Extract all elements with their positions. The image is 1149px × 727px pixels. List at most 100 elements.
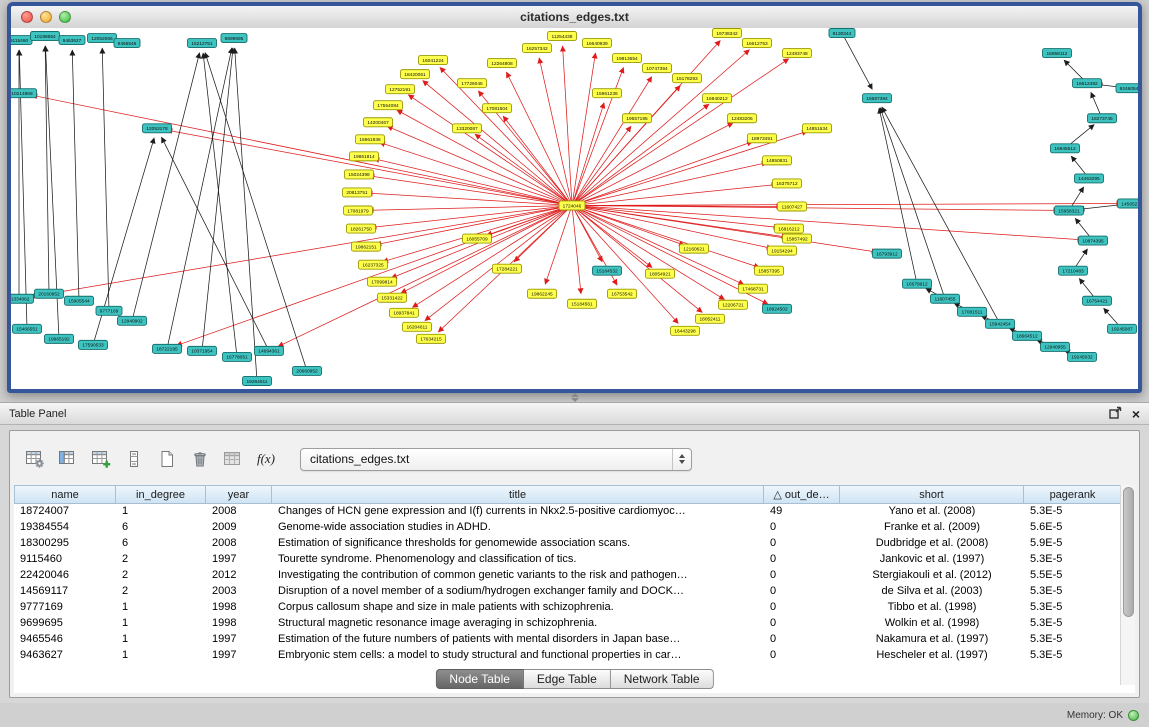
graph-edge[interactable]	[1104, 308, 1120, 326]
table-cell-in_degree[interactable]: 1	[116, 616, 206, 632]
graph-edge[interactable]	[168, 48, 232, 345]
table-cell-title[interactable]: Estimation of the future numbers of pati…	[272, 632, 764, 648]
table-cell-pagerank[interactable]: 5.9E-5	[1024, 536, 1122, 552]
graph-node[interactable]: 11254439	[548, 32, 577, 41]
graph-edge[interactable]	[572, 209, 581, 293]
table-cell-out_degree[interactable]: 0	[764, 520, 840, 536]
graph-edge[interactable]	[573, 53, 596, 202]
graph-node[interactable]: 14565212	[1118, 199, 1139, 208]
graph-node[interactable]: 20160952	[35, 289, 64, 298]
table-cell-in_degree[interactable]: 1	[116, 504, 206, 520]
column-header-out_degree[interactable]: △ out_de…	[764, 485, 840, 504]
table-cell-in_degree[interactable]: 1	[116, 632, 206, 648]
graph-node[interactable]: 16612753	[743, 39, 772, 48]
graph-node[interactable]: 18054921	[646, 269, 675, 278]
graph-node[interactable]: 16640939	[583, 39, 612, 48]
table-cell-in_degree[interactable]: 1	[116, 648, 206, 664]
zoom-window-button[interactable]	[59, 11, 71, 23]
table-cell-pagerank[interactable]: 5.6E-5	[1024, 520, 1122, 536]
graph-node[interactable]: 14850831	[763, 156, 792, 165]
table-cell-year[interactable]: 2003	[206, 584, 272, 600]
table-cell-title[interactable]: Investigating the contribution of common…	[272, 568, 764, 584]
table-cell-year[interactable]: 2008	[206, 504, 272, 520]
graph-edge[interactable]	[539, 58, 571, 202]
new-column-icon[interactable]	[86, 445, 116, 473]
graph-node[interactable]: 19154294	[768, 246, 797, 255]
table-cell-title[interactable]: Changes of HCN gene expression and I(f) …	[272, 504, 764, 520]
vertical-scrollbar[interactable]	[1120, 485, 1135, 685]
graph-node[interactable]: 17726045	[458, 79, 487, 88]
table-cell-name[interactable]: 22420046	[14, 568, 116, 584]
import-table-icon[interactable]	[218, 445, 248, 473]
graph-node[interactable]: 14453295	[1075, 174, 1104, 183]
table-cell-title[interactable]: Tourette syndrome. Phenomenology and cla…	[272, 552, 764, 568]
network-graph[interactable]: 1724046160412241842006112752191175540841…	[11, 28, 1138, 389]
table-cell-name[interactable]: 9777169	[14, 600, 116, 616]
column-header-title[interactable]: title	[272, 485, 764, 504]
graph-node[interactable]: 19245032	[1068, 352, 1097, 361]
memory-indicator[interactable]: Memory: OK	[1067, 710, 1123, 721]
graph-edge[interactable]	[1079, 279, 1094, 298]
graph-node[interactable]: 15857492	[783, 234, 812, 243]
graph-edge[interactable]	[72, 50, 79, 297]
graph-node[interactable]: 19245087	[1108, 324, 1137, 333]
graph-edge[interactable]	[503, 116, 569, 202]
graph-node[interactable]: 19862245	[528, 289, 557, 298]
memory-ok-icon[interactable]	[1128, 710, 1139, 721]
graph-node[interactable]: 16687394	[863, 94, 892, 103]
new-table-icon[interactable]	[152, 445, 182, 473]
graph-node[interactable]: 15857395	[755, 266, 784, 275]
graph-edge[interactable]	[575, 208, 652, 268]
graph-node[interactable]: 16257342	[523, 44, 552, 53]
table-cell-short[interactable]: Tibbo et al. (1998)	[840, 600, 1024, 616]
table-cell-short[interactable]: Nakamura et al. (1997)	[840, 632, 1024, 648]
function-builder-icon[interactable]: f(x)	[251, 445, 281, 473]
table-cell-year[interactable]: 1997	[206, 648, 272, 664]
table-row[interactable]: 946362711997Embryonic stem cells: a mode…	[14, 648, 1135, 664]
table-cell-short[interactable]: Franke et al. (2009)	[840, 520, 1024, 536]
graph-edge[interactable]	[1071, 187, 1084, 207]
graph-edge[interactable]	[576, 206, 877, 252]
network-canvas[interactable]: 1724046160412241842006112752191175540841…	[11, 28, 1138, 389]
table-cell-name[interactable]: 14569117	[14, 584, 116, 600]
column-header-pagerank[interactable]: pagerank	[1024, 485, 1122, 504]
graph-node[interactable]: 9777169	[96, 306, 122, 315]
graph-node[interactable]: 17099814	[368, 277, 397, 286]
graph-edge[interactable]	[1091, 92, 1100, 114]
graph-node[interactable]: 19861814	[350, 152, 379, 161]
graph-node[interactable]: 16961936	[356, 135, 385, 144]
table-cell-in_degree[interactable]: 2	[116, 568, 206, 584]
column-header-year[interactable]: year	[206, 485, 272, 504]
table-row[interactable]: 1456911722003Disruption of a novel membe…	[14, 584, 1135, 600]
select-columns-icon[interactable]	[53, 445, 83, 473]
graph-edge[interactable]	[575, 208, 702, 312]
table-cell-out_degree[interactable]: 0	[764, 536, 840, 552]
table-cell-name[interactable]: 18724007	[14, 504, 116, 520]
graph-node[interactable]: 18052411	[696, 314, 725, 323]
table-row[interactable]: 977716911998Corpus callosum shape and si…	[14, 600, 1135, 616]
graph-node[interactable]: 18937841	[390, 308, 419, 317]
graph-node[interactable]: 15184561	[568, 299, 597, 308]
graph-edge[interactable]	[563, 46, 572, 201]
graph-node[interactable]: 10874395	[1079, 236, 1108, 245]
graph-node[interactable]: 12052066	[88, 34, 117, 43]
table-cell-name[interactable]: 9463627	[14, 648, 116, 664]
graph-edge[interactable]	[1064, 60, 1084, 80]
graph-node[interactable]: 15905544	[65, 296, 94, 305]
graph-node[interactable]: 18924502	[763, 304, 792, 313]
graph-node[interactable]: 17468731	[739, 284, 768, 293]
graph-node[interactable]: 16816212	[775, 224, 804, 233]
graph-node[interactable]: 15961236	[593, 89, 622, 98]
table-cell-pagerank[interactable]: 5.3E-5	[1024, 648, 1122, 664]
graph-node[interactable]: 17081979	[344, 206, 373, 215]
graph-node[interactable]: 15942454	[986, 319, 1015, 328]
table-mode-icon[interactable]	[20, 445, 50, 473]
graph-node[interactable]: 16204611	[403, 322, 432, 331]
graph-node[interactable]: 17590533	[79, 340, 108, 349]
graph-node[interactable]: 10214968	[11, 89, 37, 98]
graph-node[interactable]: 16945512	[1051, 144, 1080, 153]
graph-node[interactable]: 12940902	[118, 316, 147, 325]
graph-node[interactable]: 16612482	[1073, 79, 1102, 88]
table-row[interactable]: 1872400712008Changes of HCN gene express…	[14, 504, 1135, 520]
table-cell-year[interactable]: 2008	[206, 536, 272, 552]
